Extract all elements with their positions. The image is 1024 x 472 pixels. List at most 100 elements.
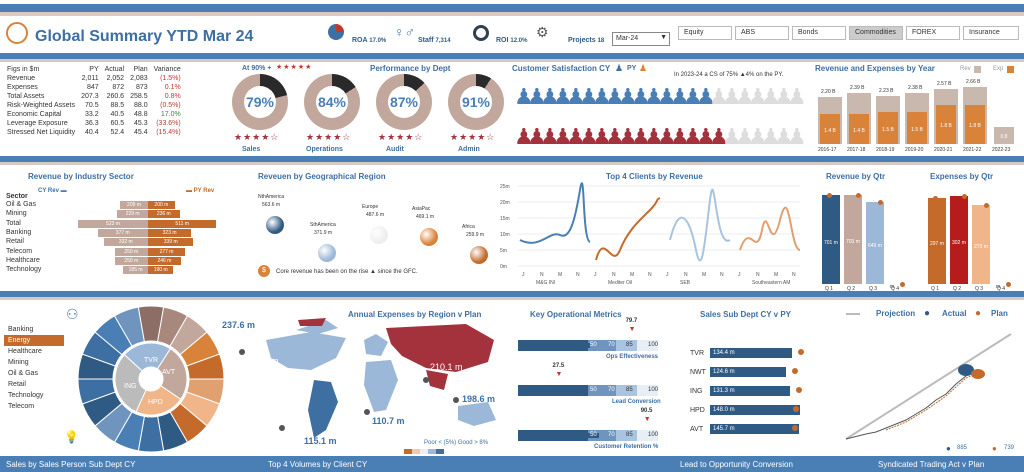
legend-projection-line (846, 313, 860, 315)
bar-exp: 1.8 B (965, 105, 985, 144)
year-label: 2021-22 (963, 147, 982, 153)
metric-scale: 70 (608, 432, 615, 438)
target-icon (473, 25, 489, 41)
rev-exp-title: Revenue and Expenses by Year (815, 64, 935, 73)
client-series-line (739, 206, 801, 251)
sector-item-telecom[interactable]: Telecom (4, 401, 64, 412)
month-tick: N (648, 272, 652, 278)
rating-stars: ★★★★☆ (450, 132, 496, 142)
region-name: AsiaPac (412, 206, 431, 212)
tab-insurance[interactable]: Insurance (963, 26, 1019, 40)
mid-band-1-accent (0, 162, 1024, 165)
legend-exp: Exp (993, 66, 1004, 72)
table-header: Figs in $m PY Actual Plan Variance (7, 66, 181, 73)
plan-dot (856, 192, 861, 198)
sector-item-healthcare[interactable]: Healthcare (4, 346, 64, 357)
month-tick: N (612, 272, 616, 278)
header: Global Summary YTD Mar 24 ROA 17.0% ♀♂ S… (0, 18, 1024, 52)
tab-forex[interactable]: FOREX (906, 26, 960, 40)
table-row: Stressed Net Liquidity 40.4 52.4 45.4 (15.4%… (4, 128, 184, 137)
region-sphere (370, 226, 388, 244)
plan-icon: ● (992, 444, 997, 453)
legend-py: ▬ PY Rev (186, 188, 215, 194)
legend-exp-swatch (1007, 66, 1014, 73)
subdept-name: ING (690, 388, 703, 395)
geo-title: Reveuen by Geographical Region (258, 172, 386, 181)
donut-label: Operations (306, 146, 343, 153)
sector-item-technology[interactable]: Technology (4, 390, 64, 401)
region-name: Africa (462, 224, 475, 230)
performance-title: Performance by Dept (370, 64, 451, 73)
footer-label-4: Syndicated Trading Act v Plan (878, 460, 985, 469)
month-tick: J (522, 272, 525, 278)
subdept-bar: 145.7 m (710, 424, 799, 434)
tab-commodities[interactable]: Commodities (849, 26, 903, 40)
bar-exp: 1.8 B (936, 105, 956, 144)
tab-equity[interactable]: Equity (678, 26, 732, 40)
quarter-label: Q 2 (953, 286, 962, 292)
qtr-value: 701 m (824, 239, 838, 246)
table-cell: 17.0% (160, 111, 181, 118)
y-tick: 0m (500, 264, 507, 270)
person-icon: ♟ (615, 63, 624, 73)
legend-rev: Rev (960, 66, 971, 72)
bar-exp: 0.8 (994, 126, 1014, 144)
person-icon: ♟ (787, 84, 807, 109)
table-cell: 40.4 (85, 129, 99, 136)
bar-py: 246 m (148, 256, 181, 265)
table-cell: 40.5 (110, 111, 125, 118)
y-tick: 25m (500, 184, 510, 190)
header-band-accent (0, 59, 1024, 62)
region-sphere (420, 228, 438, 246)
quarter-label: Q 3 (975, 286, 984, 292)
legend-projection: Projection (876, 309, 916, 318)
kom-title: Key Operational Metrics (530, 310, 622, 319)
sector-name: Retail (6, 238, 24, 246)
page-title: Global Summary YTD Mar 24 (35, 28, 254, 45)
quarter-label: Q 2 (847, 286, 856, 292)
sector-name: Oil & Gas (6, 201, 36, 208)
table-row: Leverage Exposure 36.3 60.5 45.3 (33.6%) (4, 119, 184, 128)
sector-item-mining[interactable]: Mining (4, 357, 64, 368)
sector-item-oilgas[interactable]: Oil & Gas (4, 368, 64, 379)
sector-item-retail[interactable]: Retail (4, 379, 64, 390)
legend-cy: CY Rev ▬ (38, 188, 67, 194)
period-select[interactable]: Mar-24 ▼ (612, 32, 670, 46)
sector-item-banking[interactable]: Banking (4, 324, 64, 335)
table-row: Revenue 2,011 2,052 2,083 (1.5%) (4, 74, 184, 83)
metric-scale: 85 (626, 342, 633, 348)
kpi-roi: ROI 12.0% (496, 37, 528, 44)
table-cell: 872 (112, 84, 125, 91)
bar-py: 511 m (148, 219, 217, 228)
region-sphere (266, 216, 284, 234)
region-name: NthAmerica (258, 194, 285, 200)
top-band (0, 4, 1024, 12)
qtr-value: 302 m (952, 240, 966, 247)
metric-marker: ▼ (555, 371, 563, 378)
table-cell: Economic Capital (7, 111, 62, 118)
table-cell: 2,052 (106, 75, 125, 82)
subdept-plan-dot (791, 368, 798, 374)
table-row: Expenses 847 872 873 0.1% (4, 83, 184, 92)
map-label-5: 110.7 m (372, 416, 405, 426)
year-label: 2020-21 (934, 147, 953, 153)
table-cell: 70.5 (85, 102, 99, 109)
segment-label: ING (124, 383, 136, 390)
metric-marker-value: 90.5 (640, 408, 653, 414)
region-value: 259.9 m (466, 232, 485, 238)
bar-cy: 377 m (97, 228, 148, 237)
rating-stars: ★★★★☆ (234, 132, 280, 142)
tab-bonds[interactable]: Bonds (792, 26, 846, 40)
month-tick: J (738, 272, 741, 278)
world-map (239, 318, 496, 438)
subdept-plan-dot (791, 425, 798, 431)
bar-py: 323 m (148, 228, 192, 237)
legend-actual: Actual (942, 309, 967, 318)
table-cell: (15.4%) (156, 129, 181, 136)
tab-abs[interactable]: ABS (735, 26, 789, 40)
bar-exp: 1.5 B (878, 111, 898, 144)
client-group-label: Mediter Oil (608, 280, 632, 286)
sector-item-energy[interactable]: Energy (4, 335, 64, 346)
piggy-actual-icon: ● (924, 308, 931, 319)
month-tick: M (558, 272, 562, 278)
